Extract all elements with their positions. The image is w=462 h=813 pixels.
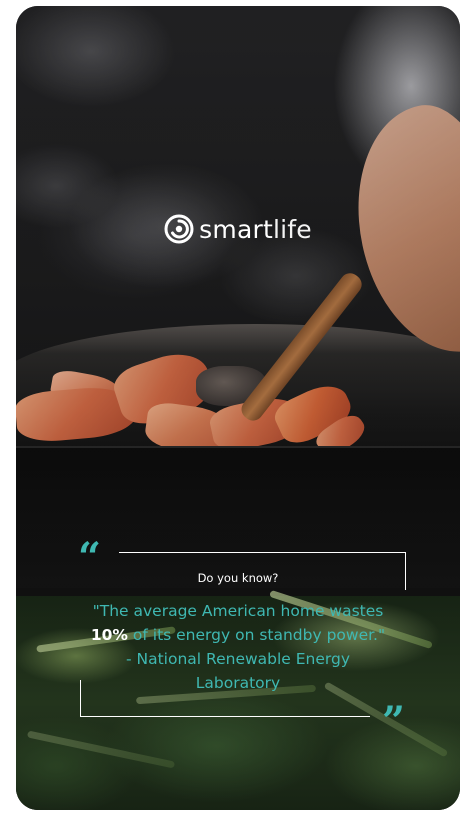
- energy-fact-quote: "The average American home wastes 10% of…: [86, 599, 390, 695]
- quote-frame-top-line: [119, 552, 406, 553]
- did-you-know-heading: Do you know?: [197, 571, 279, 585]
- quote-highlight-value: 10%: [90, 626, 128, 644]
- quote-text-end: of its energy on standby power." - Natio…: [125, 626, 386, 692]
- quote-frame-left-line: [80, 680, 81, 716]
- close-quote-icon: ”: [382, 698, 406, 745]
- splash-screen: smartlife “ ” Do you know? "The average …: [16, 6, 460, 810]
- quote-frame-bottom-line: [80, 716, 370, 717]
- quote-text-start: "The average American home wastes: [92, 602, 384, 620]
- did-you-know-card: “ ” Do you know? "The average American h…: [16, 6, 460, 810]
